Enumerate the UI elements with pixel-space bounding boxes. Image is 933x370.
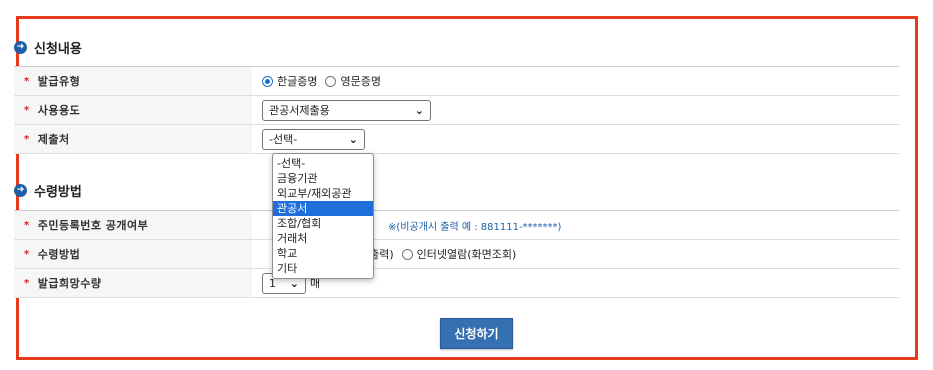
chevron-down-icon: ⌄ xyxy=(414,103,424,117)
required-icon: * xyxy=(24,133,30,145)
id-disclosure-note: ※(비공개시 출력 예 : 881111-*******) xyxy=(388,221,562,233)
label-quantity: * 발급희망수량 xyxy=(14,269,252,297)
arrow-right-circle-icon: ➜ xyxy=(14,184,27,197)
row-usage: * 사용용도 관공서제출용 ⌄ xyxy=(14,96,899,125)
label-receive-method: * 수령방법 xyxy=(14,240,252,268)
dropdown-option[interactable]: 금융기관 xyxy=(273,171,373,186)
submit-to-select[interactable]: -선택- ⌄ xyxy=(262,128,365,150)
row-quantity: * 발급희망수량 1 ⌄ 매 xyxy=(14,269,899,298)
chevron-down-icon: ⌄ xyxy=(348,132,358,146)
apply-button[interactable]: 신청하기 xyxy=(440,318,513,349)
section-title-text: 수령방법 xyxy=(34,185,82,200)
required-icon: * xyxy=(24,248,30,260)
radio-internet-view[interactable] xyxy=(401,248,413,260)
label-issue-type: * 발급유형 xyxy=(14,67,252,95)
row-receive-method: * 수령방법 서출력) 인터넷열람(화면조회) xyxy=(14,240,899,269)
dropdown-option-highlighted[interactable]: 관공서 xyxy=(273,201,373,216)
section-title-receive: ➜ 수령방법 xyxy=(14,181,82,200)
dropdown-option[interactable]: 조합/협회 xyxy=(273,216,373,231)
label-id-disclosure: * 주민등록번호 공개여부 xyxy=(14,211,252,239)
required-icon: * xyxy=(24,75,30,87)
radio-korean-label[interactable]: 한글증명 xyxy=(277,73,317,89)
dropdown-option[interactable]: 외교부/재외공관 xyxy=(273,186,373,201)
row-id-disclosure: * 주민등록번호 공개여부 ※(비공개시 출력 예 : 881111-******… xyxy=(14,211,899,240)
row-issue-type: * 발급유형 한글증명 영문증명 xyxy=(14,67,899,96)
section-title-application: ➜ 신청내용 xyxy=(14,38,82,57)
dropdown-option[interactable]: 거래처 xyxy=(273,231,373,246)
submit-to-dropdown-list: -선택- 금융기관 외교부/재외공관 관공서 조합/협회 거래처 학교 기타 xyxy=(272,153,374,279)
row-submit-to: * 제출처 -선택- ⌄ xyxy=(14,125,899,154)
application-table: * 발급유형 한글증명 영문증명 * 사용용도 관공서제출용 ⌄ * 제출처 -선택-… xyxy=(14,66,899,154)
receive-option2-label[interactable]: 인터넷열람(화면조회) xyxy=(417,246,517,262)
radio-korean[interactable] xyxy=(262,75,273,87)
radio-english-label[interactable]: 영문증명 xyxy=(340,73,380,89)
issue-type-radios: 한글증명 영문증명 xyxy=(252,67,899,95)
radio-english[interactable] xyxy=(325,75,337,87)
usage-select[interactable]: 관공서제출용 ⌄ xyxy=(262,99,431,121)
label-usage: * 사용용도 xyxy=(14,96,252,124)
section-title-text: 신청내용 xyxy=(34,42,82,57)
dropdown-option[interactable]: 학교 xyxy=(273,246,373,261)
dropdown-option[interactable]: -선택- xyxy=(273,156,373,171)
arrow-right-circle-icon: ➜ xyxy=(14,41,27,54)
required-icon: * xyxy=(24,219,30,231)
dropdown-option[interactable]: 기타 xyxy=(273,261,373,276)
label-submit-to: * 제출처 xyxy=(14,125,252,153)
receive-table: * 주민등록번호 공개여부 ※(비공개시 출력 예 : 881111-******… xyxy=(14,210,899,298)
required-icon: * xyxy=(24,104,30,116)
required-icon: * xyxy=(24,277,30,289)
